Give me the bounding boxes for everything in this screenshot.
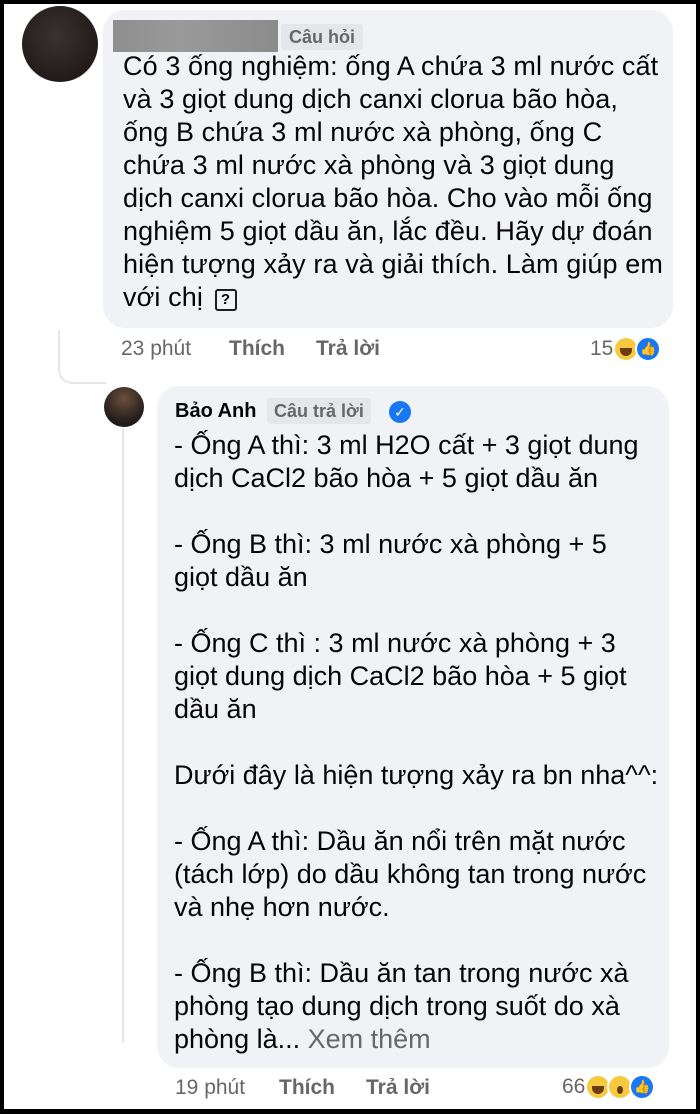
question-line: và 3 giọt dung dịch canxi clorua bão hòa… xyxy=(123,84,618,114)
reaction-count: 15 xyxy=(590,337,614,360)
question-badge: Câu hỏi xyxy=(281,24,363,50)
answer-paragraph: - Ống C thì : 3 ml nước xà phòng + 3 giọt… xyxy=(174,628,627,724)
question-reactions[interactable]: 15 👍 xyxy=(590,336,662,362)
answer-reply-button[interactable]: Trả lời xyxy=(366,1076,430,1100)
answer-paragraph: - Ống A thì: Dầu ăn nổi trên mặt nước (tá… xyxy=(174,826,647,922)
question-line: hiện tượng xảy ra và giải thích. Làm giú… xyxy=(123,249,663,279)
reply-thread-connector xyxy=(58,330,106,384)
question-line: với chị xyxy=(123,282,203,312)
question-mark-emoji-icon: ? xyxy=(214,289,237,311)
answer-reactions[interactable]: 66 👍 xyxy=(562,1074,656,1100)
blurred-author-name[interactable] xyxy=(113,20,278,52)
question-reply-button[interactable]: Trả lời xyxy=(316,337,380,361)
answer-author-avatar[interactable] xyxy=(104,387,144,427)
question-timestamp[interactable]: 23 phút xyxy=(121,337,191,361)
question-line: Có 3 ống nghiệm: ống A chứa 3 ml nước cấ… xyxy=(123,51,659,81)
question-line: dịch canxi clorua bão hòa. Cho vào mỗi ố… xyxy=(123,183,653,213)
answer-timestamp[interactable]: 19 phút xyxy=(175,1076,245,1100)
see-more-link[interactable]: Xem thêm xyxy=(308,1024,431,1054)
answer-paragraph: - Ống B thì: 3 ml nước xà phòng + 5 giọt … xyxy=(174,529,607,592)
question-text: Có 3 ống nghiệm: ống A chứa 3 ml nước cấ… xyxy=(123,50,663,314)
answer-like-button[interactable]: Thích xyxy=(279,1076,335,1100)
answer-paragraph: Dưới đây là hiện tượng xảy ra bn nha^^: xyxy=(174,760,659,790)
answer-comment-bubble: Bảo Anh Câu trả lời ✓ - Ống A thì: 3 ml … xyxy=(157,386,669,1068)
like-icon: 👍 xyxy=(629,1074,656,1100)
question-line: ống B chứa 3 ml nước xà phòng, ống C xyxy=(123,117,603,147)
question-line: nghiệm 5 giọt dầu ăn, lắc đều. Hãy dự đo… xyxy=(123,216,653,246)
answer-badge: Câu trả lời xyxy=(267,398,371,424)
reaction-count: 66 xyxy=(562,1075,586,1098)
answer-paragraph: - Ống A thì: 3 ml H2O cất + 3 giọt dung d… xyxy=(174,430,639,493)
like-icon: 👍 xyxy=(635,336,662,362)
verified-badge-icon: ✓ xyxy=(389,401,411,423)
answer-paragraph: - Ống B thì: Dầu ăn tan trong nước xà phò… xyxy=(174,958,629,1054)
question-line-last: với chị ? xyxy=(123,281,663,314)
answer-author-name[interactable]: Bảo Anh xyxy=(175,400,256,423)
reply-thread-line xyxy=(122,428,124,1043)
answer-text: - Ống A thì: 3 ml H2O cất + 3 giọt dung d… xyxy=(174,429,664,1056)
question-line: chứa 3 ml nước xà phòng và 3 giọt dung xyxy=(123,150,615,180)
avatar[interactable] xyxy=(22,6,98,82)
question-like-button[interactable]: Thích xyxy=(229,337,285,361)
question-comment-bubble: Câu hỏi Có 3 ống nghiệm: ống A chứa 3 ml… xyxy=(103,10,673,328)
